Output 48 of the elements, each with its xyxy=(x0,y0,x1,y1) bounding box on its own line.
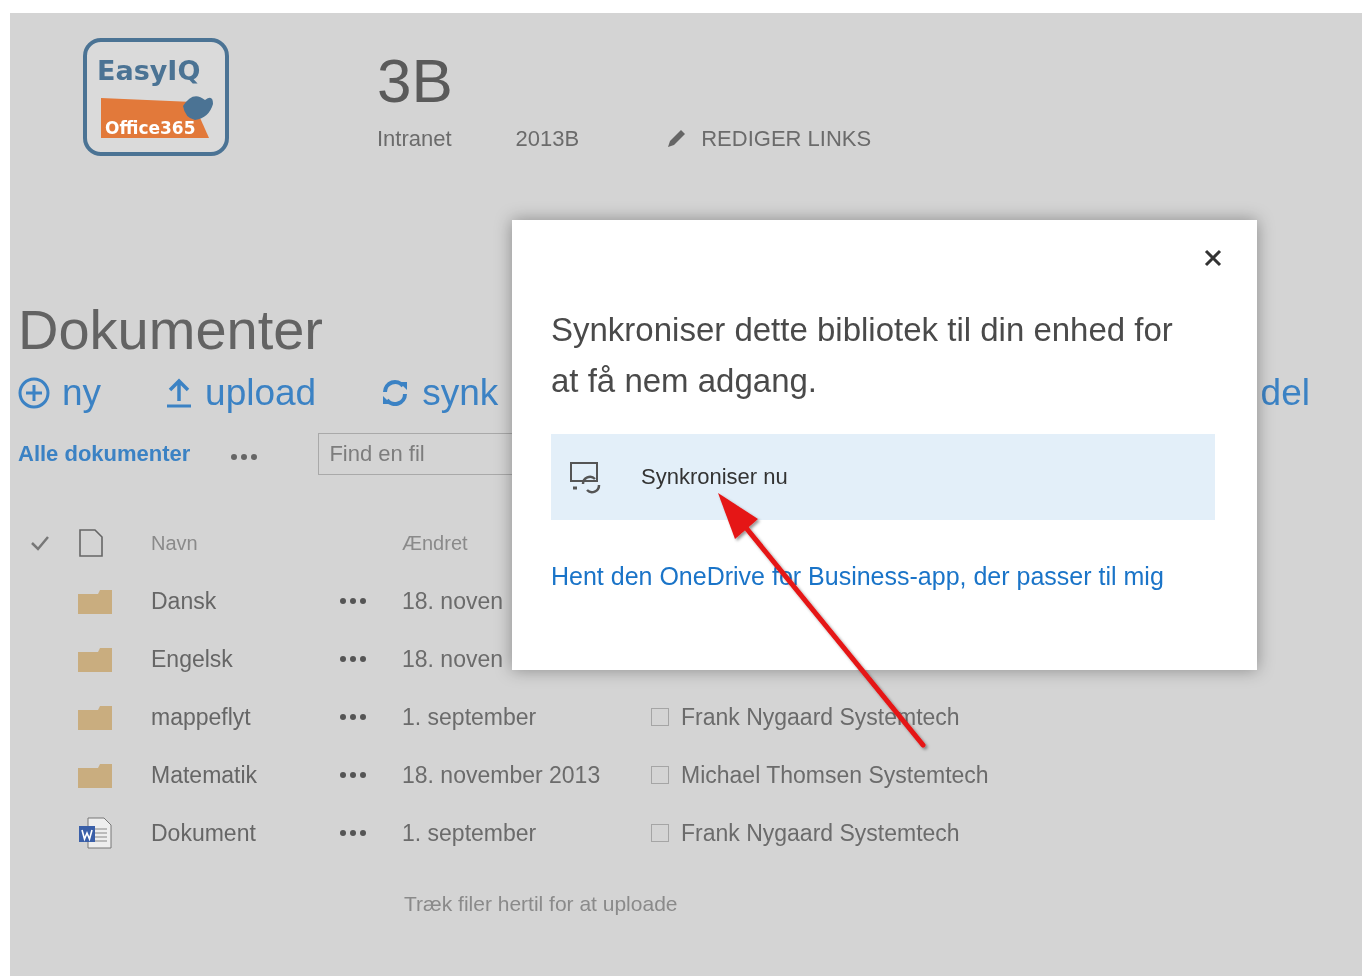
plus-circle-icon xyxy=(18,377,50,409)
page-title: Dokumenter xyxy=(18,297,324,363)
share-command[interactable]: del xyxy=(1260,372,1310,414)
pencil-icon xyxy=(665,128,688,150)
view-link[interactable]: Alle dokumenter xyxy=(18,441,191,467)
easyiq-office365-logo: EasyIQ Office365 xyxy=(83,38,229,156)
nav-link[interactable]: Intranet xyxy=(377,126,452,152)
modified-by-name: Frank Nygaard Systemtech xyxy=(681,819,960,847)
file-name-link[interactable]: mappeflyt xyxy=(151,688,339,746)
modified-date: 18. noven xyxy=(402,587,504,615)
modified-date: 1. september xyxy=(402,703,537,731)
modified-date: 1. september xyxy=(402,819,537,847)
presence-box-icon xyxy=(651,708,669,726)
nav-link[interactable]: 2013B xyxy=(515,126,580,152)
file-name-link[interactable]: Dansk xyxy=(151,572,339,630)
more-options-icon[interactable] xyxy=(339,597,367,605)
modified-date: 18. november 2013 xyxy=(402,761,601,789)
file-name-link[interactable]: Matematik xyxy=(151,746,339,804)
column-header[interactable]: Navn xyxy=(151,514,339,572)
presence-box-icon xyxy=(651,766,669,784)
checkmark-icon[interactable] xyxy=(30,535,50,551)
more-options-icon[interactable] xyxy=(339,655,367,663)
file-name-link[interactable]: Dokument xyxy=(151,804,339,862)
upload-command[interactable]: upload xyxy=(165,372,317,414)
modified-date: 18. noven xyxy=(402,645,504,673)
drop-hint: Træk filer hertil for at uploade xyxy=(404,892,679,916)
more-options-icon[interactable] xyxy=(339,771,367,779)
presence-box-icon xyxy=(651,824,669,842)
sync-command[interactable]: synk xyxy=(380,372,499,414)
document-icon xyxy=(78,528,104,558)
close-icon xyxy=(1203,248,1223,268)
computer-sync-icon xyxy=(569,460,603,494)
modified-by-name: Michael Thomsen Systemtech xyxy=(681,761,989,789)
folder-icon xyxy=(78,646,112,672)
folder-icon xyxy=(78,704,112,730)
more-options-icon[interactable] xyxy=(230,453,259,461)
sync-now-button[interactable]: Synkroniser nu xyxy=(551,434,1215,520)
folder-icon xyxy=(78,762,112,788)
word-document-icon xyxy=(78,817,112,849)
edit-links-link[interactable]: REDIGER LINKS xyxy=(701,126,872,152)
dialog-message: Synkroniser dette bibliotek til din enhed for at få nem adgang. xyxy=(551,310,1174,401)
site-title: 3B xyxy=(377,46,454,116)
more-options-icon[interactable] xyxy=(339,829,367,837)
more-options-icon[interactable] xyxy=(339,713,367,721)
folder-icon xyxy=(78,588,112,614)
file-name-link[interactable]: Engelsk xyxy=(151,630,339,688)
upload-arrow-icon xyxy=(165,377,194,409)
new-command[interactable]: ny xyxy=(18,372,102,414)
